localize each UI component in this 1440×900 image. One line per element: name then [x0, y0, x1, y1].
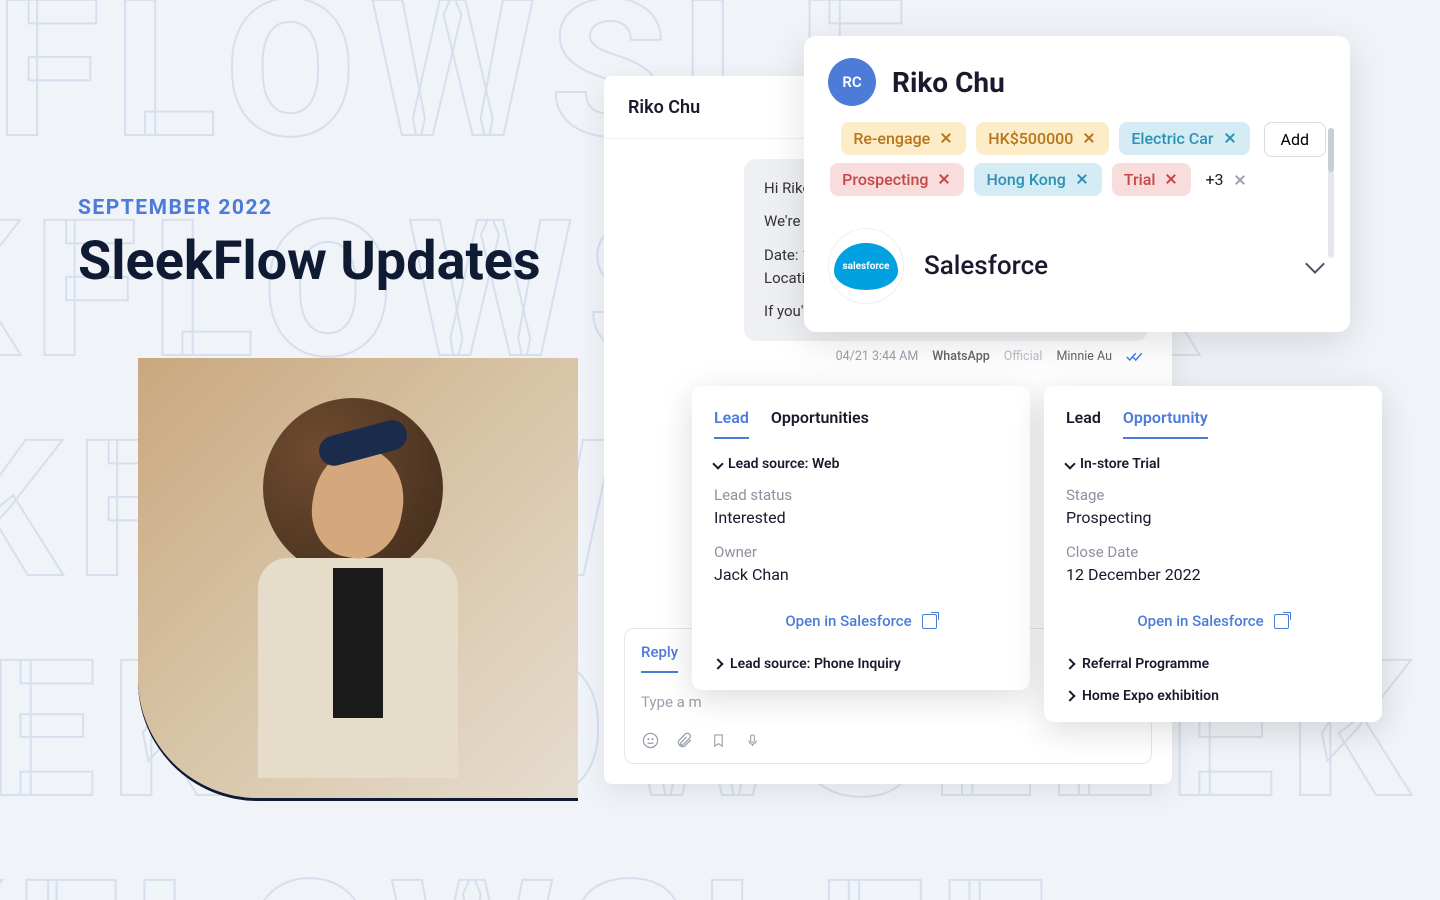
profile-panel: RC Riko Chu Re-engage HK$500000 Electric… — [804, 36, 1350, 332]
label-stage: Stage — [1066, 486, 1360, 504]
agent-name: Minnie Au — [1056, 349, 1112, 364]
scrollbar[interactable] — [1328, 128, 1334, 258]
hero-subtitle: SEPTEMBER 2022 — [78, 196, 541, 220]
avatar[interactable]: RC — [828, 58, 876, 106]
tag-reengage[interactable]: Re-engage — [841, 122, 966, 155]
profile-name: Riko Chu — [892, 66, 1005, 99]
tag-hongkong[interactable]: Hong Kong — [974, 163, 1101, 196]
open-in-salesforce-link[interactable]: Open in Salesforce — [714, 600, 1008, 646]
chevron-down-icon[interactable] — [1305, 254, 1325, 274]
section-lead-source-web[interactable]: Lead source: Web — [714, 456, 1008, 472]
close-icon[interactable] — [1165, 173, 1179, 187]
chevron-right-icon — [1064, 690, 1075, 701]
hero: SEPTEMBER 2022 SleekFlow Updates — [78, 196, 541, 293]
external-link-icon — [922, 614, 937, 629]
attachment-icon[interactable] — [675, 731, 693, 749]
value-stage: Prospecting — [1066, 508, 1360, 527]
value-lead-status: Interested — [714, 508, 1008, 527]
salesforce-logo-icon: salesforce — [828, 228, 904, 304]
message-meta: 04/21 3:44 AM WhatsApp Official Minnie A… — [604, 341, 1172, 364]
reply-toolbar — [625, 731, 1151, 763]
chevron-right-icon — [1064, 658, 1075, 669]
tag-amount[interactable]: HK$500000 — [976, 122, 1109, 155]
tag-trial[interactable]: Trial — [1112, 163, 1192, 196]
emoji-icon[interactable] — [641, 731, 659, 749]
chevron-right-icon — [712, 658, 723, 669]
tab-lead[interactable]: Lead — [1066, 408, 1101, 439]
section-instore-trial[interactable]: In-store Trial — [1066, 456, 1360, 472]
tag-prospecting[interactable]: Prospecting — [830, 163, 964, 196]
bookmark-icon[interactable] — [709, 731, 727, 749]
label-owner: Owner — [714, 543, 1008, 561]
tag-electric[interactable]: Electric Car — [1119, 122, 1249, 155]
badge-official: Official — [1004, 349, 1043, 364]
close-icon[interactable] — [1234, 174, 1246, 186]
tab-opportunities[interactable]: Opportunities — [771, 408, 869, 439]
open-in-salesforce-link[interactable]: Open in Salesforce — [1066, 600, 1360, 646]
section-referral[interactable]: Referral Programme — [1066, 646, 1360, 672]
close-icon[interactable] — [1076, 173, 1090, 187]
close-icon[interactable] — [938, 173, 952, 187]
close-icon[interactable] — [940, 132, 954, 146]
tags-container: Re-engage HK$500000 Electric Car Prospec… — [828, 122, 1250, 196]
salesforce-opportunity-card: Lead Opportunity In-store Trial Stage Pr… — [1044, 386, 1382, 722]
hero-title: SleekFlow Updates — [78, 230, 541, 293]
value-close-date: 12 December 2022 — [1066, 565, 1360, 584]
salesforce-row[interactable]: salesforce Salesforce — [828, 222, 1326, 310]
label-lead-status: Lead status — [714, 486, 1008, 504]
more-tags[interactable]: +3 — [1201, 163, 1249, 196]
tab-reply[interactable]: Reply — [641, 643, 678, 673]
label-close-date: Close Date — [1066, 543, 1360, 561]
close-icon[interactable] — [1224, 132, 1238, 146]
value-owner: Jack Chan — [714, 565, 1008, 584]
hero-photo — [138, 358, 578, 798]
add-tag-button[interactable]: Add — [1264, 122, 1326, 157]
timestamp: 04/21 3:44 AM — [836, 349, 919, 364]
channel: WhatsApp — [932, 349, 990, 364]
chevron-down-icon — [1064, 458, 1075, 469]
section-home-expo[interactable]: Home Expo exhibition — [1066, 672, 1360, 704]
close-icon[interactable] — [1083, 132, 1097, 146]
chat-contact-name: Riko Chu — [628, 97, 700, 118]
tab-lead[interactable]: Lead — [714, 408, 749, 439]
chevron-down-icon — [712, 458, 723, 469]
external-link-icon — [1274, 614, 1289, 629]
integration-label: Salesforce — [924, 251, 1288, 281]
mic-icon[interactable] — [743, 731, 761, 749]
read-checks-icon — [1126, 351, 1144, 363]
section-phone-inquiry[interactable]: Lead source: Phone Inquiry — [714, 646, 1008, 672]
salesforce-lead-card: Lead Opportunities Lead source: Web Lead… — [692, 386, 1030, 690]
tab-opportunity[interactable]: Opportunity — [1123, 408, 1208, 439]
